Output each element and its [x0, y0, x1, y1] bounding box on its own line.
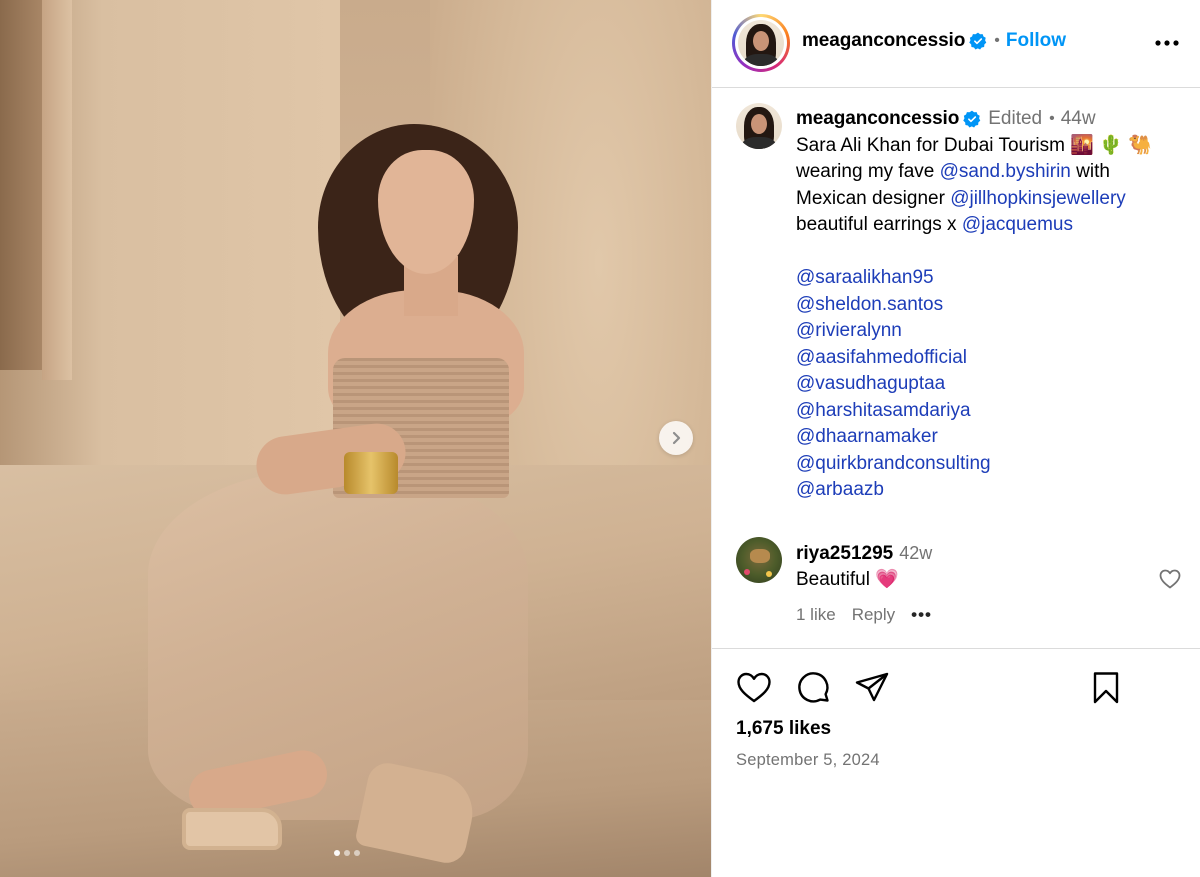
chevron-right-icon	[672, 431, 681, 445]
caption-age[interactable]: 44w	[1061, 106, 1096, 133]
caption-text: Sara Ali Khan for Dubai Tourism 🌇 🌵 🐫 wea…	[796, 133, 1186, 239]
carousel-dot	[354, 850, 360, 856]
caption-separator: •	[1049, 110, 1055, 127]
tag-mention-link[interactable]: @harshitasamdariya	[796, 398, 1186, 425]
post-side-panel: meaganconcessio • Follow meaganconcessio	[711, 0, 1200, 877]
post-photo-subject	[0, 0, 711, 877]
caption-line-text: with	[1070, 161, 1110, 182]
sandal-left	[182, 808, 282, 850]
more-options-button[interactable]	[1153, 30, 1181, 56]
tag-mention-link[interactable]: @vasudhaguptaa	[796, 371, 1186, 398]
post-media[interactable]	[0, 0, 711, 877]
verified-badge-icon	[963, 110, 981, 128]
avatar	[738, 20, 784, 66]
caption-line-text: Mexican designer	[796, 187, 951, 209]
comment-button[interactable]	[796, 670, 832, 706]
edited-label: Edited	[988, 108, 1043, 129]
heart-icon	[1159, 569, 1181, 589]
header-separator: •	[994, 32, 1000, 49]
carousel-dot	[334, 850, 340, 856]
mention-link[interactable]: @jacquemus	[962, 214, 1073, 235]
post-date[interactable]: September 5, 2024	[736, 751, 880, 770]
comment-like-button[interactable]	[1158, 567, 1182, 591]
carousel-dot	[344, 850, 350, 856]
actions-divider	[712, 648, 1200, 649]
like-button[interactable]	[736, 670, 772, 706]
tag-mention-link[interactable]: @dhaarnamaker	[796, 424, 1186, 451]
tag-mention-link[interactable]: @sheldon.santos	[796, 292, 1186, 319]
caption-line-text: Sara Ali Khan for Dubai Tourism 🌇 🌵 🐫	[796, 134, 1152, 156]
tag-mention-link[interactable]: @rivieralynn	[796, 318, 1186, 345]
tag-mention-link[interactable]: @arbaazb	[796, 477, 1186, 504]
heart-icon	[737, 672, 771, 703]
caption-line: beautiful earrings x @jacquemus	[796, 212, 1186, 239]
comment-likes[interactable]: 1 like	[796, 605, 836, 625]
header-user-row: meaganconcessio • Follow	[802, 30, 1066, 52]
caption-line: Sara Ali Khan for Dubai Tourism 🌇 🌵 🐫	[796, 133, 1186, 160]
post-action-bar	[736, 670, 1186, 706]
post-header: meaganconcessio • Follow	[712, 0, 1200, 88]
comment-age[interactable]: 42w	[899, 540, 932, 566]
verified-badge-icon	[969, 32, 987, 50]
gold-cuff	[344, 452, 398, 494]
caption-body: meaganconcessio Edited • 44w Sara Ali Kh…	[796, 106, 1186, 504]
caption-line-text: beautiful earrings x	[796, 214, 962, 235]
mention-link[interactable]: @sand.byshirin	[940, 161, 1071, 182]
more-horizontal-icon	[1155, 40, 1179, 46]
header-username[interactable]: meaganconcessio	[802, 30, 965, 52]
comment-avatar[interactable]	[736, 537, 782, 583]
tag-mention-link[interactable]: @aasifahmedofficial	[796, 345, 1186, 372]
comment-body: riya251295 42w Beautiful 💗	[796, 540, 1156, 593]
caption-username[interactable]: meaganconcessio	[796, 106, 959, 133]
mention-link[interactable]: @jillhopkinsjewellery	[950, 188, 1126, 209]
share-button[interactable]	[854, 670, 890, 706]
tag-mention-link[interactable]: @saraalikhan95	[796, 265, 1186, 292]
comment-more-button[interactable]: •••	[911, 605, 932, 625]
comment-username[interactable]: riya251295	[796, 541, 893, 567]
comment-actions: 1 like Reply •••	[796, 605, 932, 625]
comment-reply-button[interactable]: Reply	[852, 605, 895, 625]
likes-count[interactable]: 1,675 likes	[736, 718, 831, 740]
bookmark-icon	[1093, 672, 1119, 704]
comment-item: riya251295 42w Beautiful 💗 1 like Reply …	[736, 537, 1186, 637]
carousel-dots	[334, 850, 360, 856]
caption-avatar[interactable]	[736, 103, 782, 149]
comment-text: Beautiful 💗	[796, 569, 899, 590]
paper-plane-icon	[855, 672, 889, 702]
caption-line: wearing my fave @sand.byshirin with	[796, 159, 1186, 186]
carousel-next-button[interactable]	[659, 421, 693, 455]
follow-button[interactable]: Follow	[1006, 30, 1066, 52]
caption-header: meaganconcessio Edited • 44w	[796, 106, 1186, 133]
save-button[interactable]	[1088, 670, 1124, 706]
story-ring[interactable]	[732, 14, 790, 72]
caption-line: Mexican designer @jillhopkinsjewellery	[796, 186, 1186, 213]
caption-tags: @saraalikhan95 @sheldon.santos @rivieralyn…	[796, 265, 1186, 504]
subject-skirt	[148, 470, 528, 820]
tag-mention-link[interactable]: @quirkbrandconsulting	[796, 451, 1186, 478]
caption-line-text: wearing my fave	[796, 161, 940, 182]
comment-bubble-icon	[798, 672, 829, 703]
